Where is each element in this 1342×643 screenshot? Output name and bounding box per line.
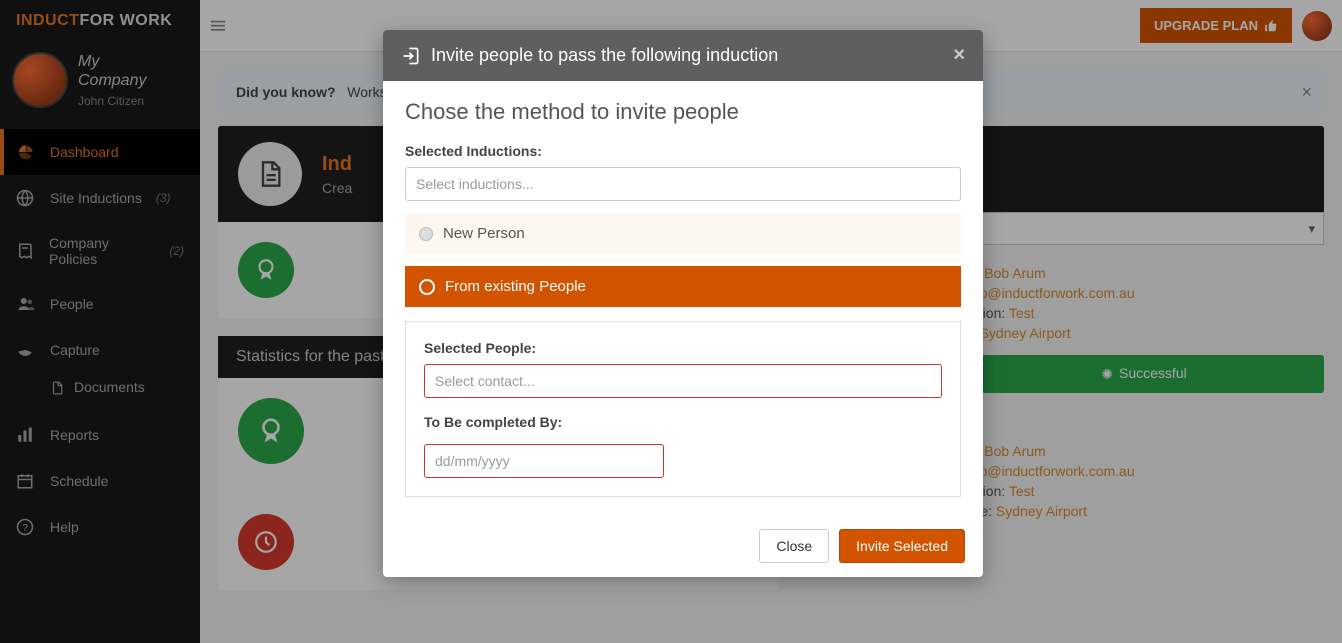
- radio-checked-icon: [419, 279, 435, 295]
- selected-people-label: Selected People:: [424, 340, 942, 356]
- modal-footer: Close Invite Selected: [383, 515, 983, 577]
- modal-title: Invite people to pass the following indu…: [431, 45, 778, 66]
- date-input[interactable]: [424, 444, 664, 478]
- radio-from-existing[interactable]: From existing People: [405, 266, 961, 307]
- modal-header: Invite people to pass the following indu…: [383, 30, 983, 81]
- modal-subtitle: Chose the method to invite people: [405, 99, 961, 125]
- radio-from-existing-label: From existing People: [445, 278, 586, 295]
- invite-selected-button[interactable]: Invite Selected: [839, 529, 965, 563]
- select-inductions-input[interactable]: Select inductions...: [405, 167, 961, 201]
- selected-inductions-label: Selected Inductions:: [405, 143, 961, 159]
- select-contact-input[interactable]: [424, 364, 942, 398]
- arrow-login-icon: [401, 46, 421, 66]
- invite-modal: Invite people to pass the following indu…: [383, 30, 983, 577]
- existing-people-panel: Selected People: To Be completed By:: [405, 321, 961, 497]
- modal-close-icon[interactable]: ×: [953, 44, 965, 67]
- radio-new-person[interactable]: New Person: [405, 213, 961, 254]
- radio-new-person-label: New Person: [443, 225, 525, 242]
- modal-body: Chose the method to invite people Select…: [383, 81, 983, 515]
- to-be-completed-label: To Be completed By:: [424, 414, 942, 430]
- radio-unchecked-icon: [419, 227, 433, 241]
- close-button[interactable]: Close: [759, 529, 829, 563]
